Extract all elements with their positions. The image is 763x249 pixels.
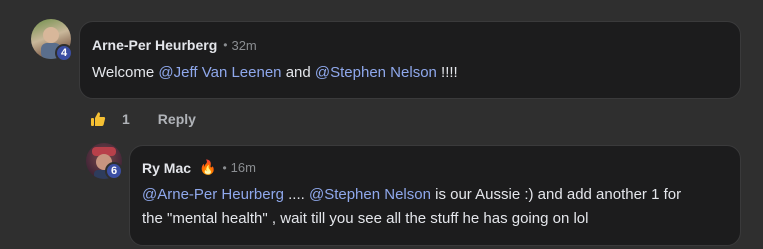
mention-link[interactable]: @Jeff Van Leenen xyxy=(158,64,281,81)
comment-text: @Arne-Per Heurberg .... @Stephen Nelson … xyxy=(142,183,681,231)
fire-emoji: 🔥 xyxy=(199,159,217,175)
comment-text: Welcome @Jeff Van Leenen and @Stephen Ne… xyxy=(92,64,458,81)
avatar-badge: 6 xyxy=(105,162,123,180)
comment-text-line-1: @Arne-Per Heurberg .... @Stephen Nelson … xyxy=(142,186,682,203)
mention-link[interactable]: @Stephen Nelson xyxy=(309,186,431,203)
like-count: 1 xyxy=(122,111,130,127)
separator-dot: • xyxy=(222,160,227,175)
comment-bubble: Arne-Per Heurberg • 32m Welcome @Jeff Va… xyxy=(79,21,741,99)
comment-author[interactable]: Ry Mac xyxy=(142,160,191,176)
comment-time[interactable]: 32m xyxy=(231,38,256,53)
comment-text-line-2: the "mental health" , wait till you see … xyxy=(142,210,589,227)
reply-bubble: Ry Mac 🔥 • 16m @Arne-Per Heurberg .... @… xyxy=(129,145,741,246)
separator-dot: • xyxy=(223,38,228,52)
comment-actions: 1 Reply xyxy=(90,111,196,127)
comment-author[interactable]: Arne-Per Heurberg xyxy=(92,37,217,53)
reply-button[interactable]: Reply xyxy=(158,111,196,127)
mention-link[interactable]: @Stephen Nelson xyxy=(315,64,437,81)
mention-link[interactable]: @Arne-Per Heurberg xyxy=(142,186,284,203)
thumbs-up-icon[interactable] xyxy=(90,111,106,127)
comment-time[interactable]: 16m xyxy=(231,160,256,175)
avatar-badge: 4 xyxy=(55,44,73,62)
